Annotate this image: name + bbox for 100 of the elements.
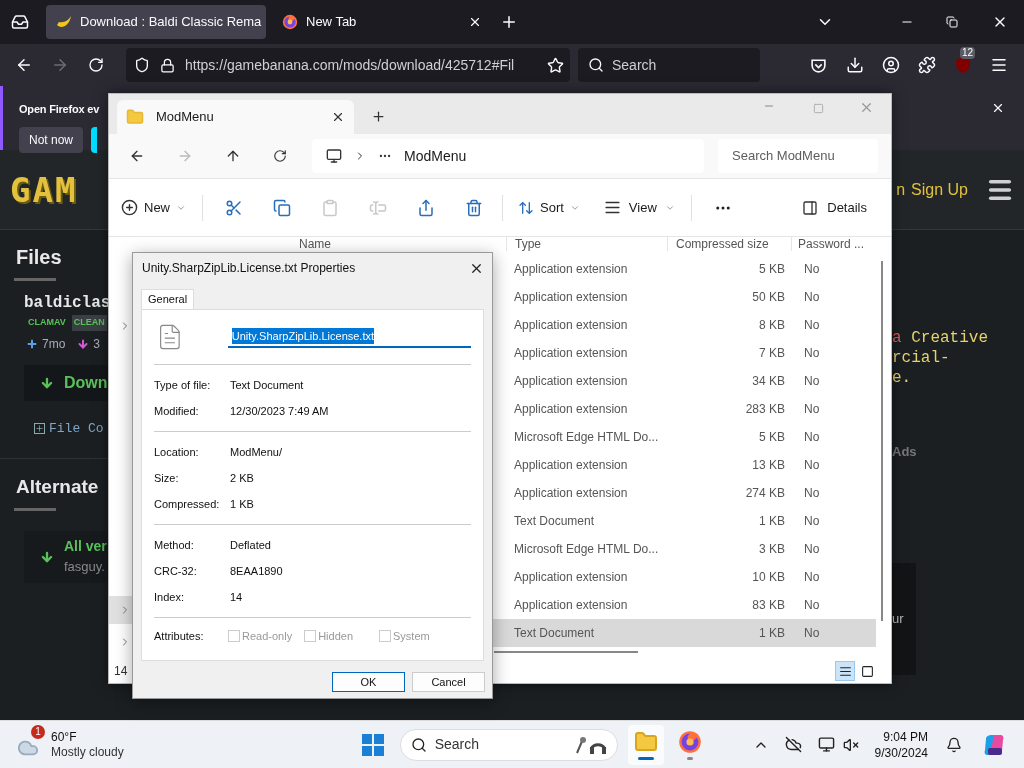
- view-button[interactable]: View: [603, 197, 675, 218]
- account-icon[interactable]: [882, 56, 900, 74]
- dialog-tab[interactable]: General: [141, 289, 195, 309]
- sign-up-link[interactable]: Sign Up: [911, 177, 968, 202]
- extensions-icon[interactable]: [918, 56, 936, 74]
- type-cell-text: Application extension: [514, 289, 629, 306]
- login-link[interactable]: n: [896, 177, 906, 202]
- bell-icon[interactable]: [946, 736, 962, 753]
- folder-icon: [126, 108, 144, 126]
- file-contents-link[interactable]: File Co: [49, 418, 104, 438]
- forward-icon[interactable]: [51, 56, 69, 74]
- pocket-icon[interactable]: [810, 56, 827, 74]
- downloads-icon[interactable]: [846, 56, 864, 74]
- meta-text: 3: [93, 335, 101, 353]
- property-label: Modified:: [154, 403, 200, 419]
- details-view-button[interactable]: [835, 661, 855, 681]
- plus-icon: [26, 337, 38, 350]
- search-field[interactable]: Search: [578, 48, 760, 82]
- lock-icon: [160, 57, 175, 73]
- scrollbar-thumb[interactable]: [881, 261, 883, 621]
- shield-icon: [134, 57, 150, 73]
- password-cell-text: No: [804, 513, 820, 530]
- extension-badge: 12: [960, 47, 976, 59]
- plus-icon: [121, 199, 138, 216]
- breadcrumb-item[interactable]: ModMenu: [404, 145, 467, 167]
- restore-icon[interactable]: [946, 16, 958, 28]
- delete-icon[interactable]: [465, 198, 483, 217]
- panel-icon: [802, 199, 819, 216]
- ads-text: Ads: [892, 443, 918, 461]
- column-header[interactable]: Password ...: [791, 237, 873, 251]
- tab-title: New Tab: [306, 13, 358, 32]
- notification-text: Open Firefox ev: [19, 102, 100, 117]
- new-button[interactable]: New: [121, 197, 186, 218]
- property-label: CRC-32:: [154, 563, 198, 579]
- monitor-icon: [326, 148, 342, 164]
- password-cell-text: No: [804, 317, 820, 334]
- size-cell-text: 5 KB: [758, 429, 785, 446]
- cut-icon[interactable]: [225, 198, 243, 217]
- cancel-button[interactable]: Cancel: [412, 672, 485, 692]
- file-name-field[interactable]: Unity.SharpZipLib.License.txt: [227, 326, 471, 348]
- close-icon[interactable]: [991, 101, 1005, 115]
- back-icon[interactable]: [129, 148, 145, 164]
- taskbar-search[interactable]: Search: [399, 728, 618, 761]
- dark-panel: ur: [892, 562, 916, 675]
- search-field[interactable]: Search ModMenu: [718, 139, 878, 173]
- refresh-icon[interactable]: [273, 149, 287, 163]
- share-icon[interactable]: [417, 198, 435, 217]
- taskbar-app[interactable]: [627, 724, 664, 765]
- details-button[interactable]: Details: [802, 197, 867, 218]
- lines-icon: [838, 664, 852, 678]
- alternate-source: fasguy.: [64, 558, 106, 577]
- column-header[interactable]: Name: [299, 237, 506, 251]
- ok-button[interactable]: OK: [332, 672, 405, 692]
- clock-time[interactable]: 9:04 PM: [883, 728, 928, 745]
- column-header[interactable]: Type: [506, 237, 667, 251]
- section-heading: Alternate: [16, 475, 100, 499]
- copilot-icon[interactable]: [982, 732, 1006, 757]
- search-icon: [410, 736, 427, 753]
- close-icon[interactable]: [468, 15, 482, 29]
- reload-icon[interactable]: [88, 57, 104, 73]
- tab-list-icon[interactable]: [11, 13, 29, 31]
- menu-icon[interactable]: [990, 56, 1008, 74]
- browser-tab[interactable]: New Tab: [272, 5, 492, 39]
- property-value: Text Document: [230, 377, 304, 393]
- close-icon[interactable]: [331, 110, 345, 124]
- not-now-button[interactable]: Not now: [19, 126, 84, 153]
- type-cell-text: Microsoft Edge HTML Do...: [514, 429, 660, 446]
- property-label: Type of file:: [154, 377, 212, 393]
- address-bar[interactable]: ModMenu: [312, 139, 704, 173]
- back-icon[interactable]: [15, 56, 33, 74]
- alternate-card[interactable]: All ver fasguy.: [24, 530, 108, 583]
- primary-button[interactable]: [91, 126, 98, 153]
- property-value: 14: [230, 589, 243, 605]
- size-cell-text: 274 KB: [744, 485, 785, 502]
- monitor-icon[interactable]: [817, 736, 835, 753]
- password-cell-text: No: [804, 345, 820, 362]
- explorer-tab[interactable]: ModMenu: [117, 100, 354, 134]
- sort-button[interactable]: Sort: [518, 197, 580, 218]
- new-tab-icon[interactable]: [371, 109, 386, 124]
- windows-start-icon[interactable]: [361, 733, 384, 756]
- bookmark-star-icon[interactable]: [547, 56, 564, 74]
- down-arrow-icon: [77, 337, 90, 350]
- type-cell-text: Application extension: [514, 345, 629, 362]
- copy-icon[interactable]: [273, 198, 291, 217]
- property-value: ModMenu/: [230, 444, 282, 460]
- up-icon[interactable]: [225, 148, 241, 164]
- url-field[interactable]: https://gamebanana.com/mods/download/425712#Fil: [126, 48, 570, 82]
- browser-tab[interactable]: Download : Baldi Classic Rema: [46, 5, 266, 39]
- cloud-off-icon[interactable]: [784, 736, 802, 753]
- mute-icon[interactable]: [842, 736, 859, 753]
- meta-text: 7mo: [42, 335, 66, 353]
- type-cell-text: Application extension: [514, 597, 629, 614]
- size-cell-text: 1 KB: [758, 625, 785, 642]
- expand-icon[interactable]: [34, 422, 45, 434]
- clock-date[interactable]: 9/30/2024: [874, 744, 928, 761]
- download-button[interactable]: Down: [24, 364, 108, 401]
- new-tab-icon[interactable]: [500, 13, 518, 31]
- column-header[interactable]: Compressed size: [667, 237, 791, 251]
- item-count: 14: [114, 663, 128, 680]
- scrollbar-thumb[interactable]: [494, 651, 638, 653]
